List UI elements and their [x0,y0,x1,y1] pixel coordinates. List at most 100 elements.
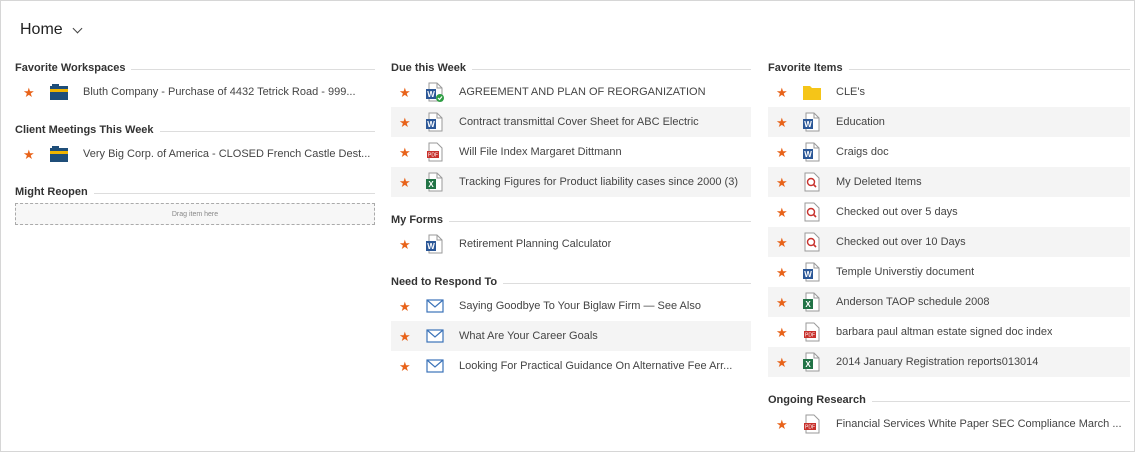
list-item[interactable]: ★ Saying Goodbye To Your Biglaw Firm — Se… [391,291,751,321]
pdf-icon: PDF [802,414,822,434]
favorite-star-icon[interactable]: ★ [399,86,415,99]
search-folder-icon [802,202,822,222]
section-header: Client Meetings This Week [15,121,375,139]
favorite-star-icon[interactable]: ★ [399,176,415,189]
due-this-week-section: Due this Week ★ W AGREEMENT AND PLAN OF RE… [391,59,751,197]
section-title: Might Reopen [15,186,88,198]
ongoing-research-list: ★ PDF Financial Services White Paper SEC C… [768,409,1130,439]
word-doc-icon: W [802,262,822,282]
favorite-items-list: ★ CLE's ★ W Education ★ W Craigs doc ★ My Deleted… [768,77,1130,377]
item-label: Checked out over 10 Days [836,236,966,248]
list-item[interactable]: ★ W AGREEMENT AND PLAN OF REORGANIZATION [391,77,751,107]
pdf-icon: PDF [425,142,445,162]
favorite-star-icon[interactable]: ★ [399,116,415,129]
workspace-icon [49,82,69,102]
list-item[interactable]: ★ W Education [768,107,1130,137]
favorite-star-icon[interactable]: ★ [776,146,792,159]
email-icon [425,326,445,346]
svg-text:X: X [805,360,811,369]
list-item[interactable]: ★ Very Big Corp. of America - CLOSED Fren… [15,139,375,169]
list-item[interactable]: ★ PDF Will File Index Margaret Dittmann [391,137,751,167]
favorite-star-icon[interactable]: ★ [399,360,415,373]
favorite-star-icon[interactable]: ★ [776,326,792,339]
section-title: My Forms [391,214,443,226]
item-label: barbara paul altman estate signed doc in… [836,326,1053,338]
client-meetings-section: Client Meetings This Week ★ Very Big Corp… [15,121,375,169]
svg-text:X: X [805,300,811,309]
list-item[interactable]: ★ W Craigs doc [768,137,1130,167]
list-item[interactable]: ★ X 2014 January Registration reports01301… [768,347,1130,377]
favorite-star-icon[interactable]: ★ [399,330,415,343]
favorite-star-icon[interactable]: ★ [776,418,792,431]
divider [159,130,375,132]
favorite-star-icon[interactable]: ★ [776,86,792,99]
chevron-down-icon [72,23,83,33]
item-label: Financial Services White Paper SEC Compl… [836,418,1122,430]
svg-text:PDF: PDF [805,333,815,339]
favorite-star-icon[interactable]: ★ [399,146,415,159]
item-label: Saying Goodbye To Your Biglaw Firm — See… [459,300,701,312]
list-item[interactable]: ★ W Contract transmittal Cover Sheet for A… [391,107,751,137]
section-header: Might Reopen [15,183,375,201]
section-title: Due this Week [391,62,466,74]
item-label: Tracking Figures for Product liability c… [459,176,738,188]
svg-text:W: W [427,90,435,99]
section-header: Favorite Items [768,59,1130,77]
list-item[interactable]: ★ PDF Financial Services White Paper SEC C… [768,409,1130,439]
favorite-star-icon[interactable]: ★ [776,236,792,249]
drop-zone[interactable]: Drag item here [15,203,375,225]
home-dropdown[interactable]: Home [20,21,83,39]
list-item[interactable]: ★ W Temple Universtiy document [768,257,1130,287]
item-label: What Are Your Career Goals [459,330,598,342]
favorite-star-icon[interactable]: ★ [776,296,792,309]
list-item[interactable]: ★ CLE's [768,77,1130,107]
favorite-star-icon[interactable]: ★ [23,148,39,161]
divider [472,68,751,70]
list-item[interactable]: ★ Bluth Company - Purchase of 4432 Tetric… [15,77,375,107]
favorite-workspaces-list: ★ Bluth Company - Purchase of 4432 Tetric… [15,77,375,107]
svg-text:W: W [804,120,812,129]
favorite-star-icon[interactable]: ★ [776,266,792,279]
favorite-star-icon[interactable]: ★ [399,300,415,313]
my-forms-list: ★ W Retirement Planning Calculator [391,229,751,259]
list-item[interactable]: ★ X Anderson TAOP schedule 2008 [768,287,1130,317]
list-item[interactable]: ★ X Tracking Figures for Product liability… [391,167,751,197]
email-icon [425,296,445,316]
favorite-star-icon[interactable]: ★ [776,176,792,189]
excel-icon: X [802,292,822,312]
svg-text:X: X [428,180,434,189]
divider [503,282,751,284]
client-meetings-list: ★ Very Big Corp. of America - CLOSED Fren… [15,139,375,169]
section-title: Ongoing Research [768,394,866,406]
list-item[interactable]: ★ PDF barbara paul altman estate signed do… [768,317,1130,347]
my-forms-section: My Forms ★ W Retirement Planning Calculato… [391,211,751,259]
section-header: Ongoing Research [768,391,1130,409]
workspace-icon [49,144,69,164]
favorite-star-icon[interactable]: ★ [399,238,415,251]
item-label: Bluth Company - Purchase of 4432 Tetrick… [83,86,356,98]
section-title: Favorite Items [768,62,843,74]
search-folder-icon [802,232,822,252]
right-column: Favorite Items ★ CLE's ★ W Education ★ W Craigs… [768,59,1130,439]
item-label: Education [836,116,885,128]
favorite-star-icon[interactable]: ★ [776,116,792,129]
section-title: Favorite Workspaces [15,62,126,74]
excel-icon: X [802,352,822,372]
divider [131,68,375,70]
favorite-star-icon[interactable]: ★ [776,356,792,369]
section-header: Need to Respond To [391,273,751,291]
word-doc-icon: W [425,112,445,132]
list-item[interactable]: ★ Looking For Practical Guidance On Alter… [391,351,751,381]
ongoing-research-section: Ongoing Research ★ PDF Financial Services … [768,391,1130,439]
list-item[interactable]: ★ What Are Your Career Goals [391,321,751,351]
favorite-items-section: Favorite Items ★ CLE's ★ W Education ★ W Craigs… [768,59,1130,377]
svg-text:W: W [804,270,812,279]
favorite-star-icon[interactable]: ★ [776,206,792,219]
list-item[interactable]: ★ My Deleted Items [768,167,1130,197]
favorite-star-icon[interactable]: ★ [23,86,39,99]
item-label: Temple Universtiy document [836,266,975,278]
divider [871,400,1130,402]
list-item[interactable]: ★ W Retirement Planning Calculator [391,229,751,259]
list-item[interactable]: ★ Checked out over 5 days [768,197,1130,227]
list-item[interactable]: ★ Checked out over 10 Days [768,227,1130,257]
